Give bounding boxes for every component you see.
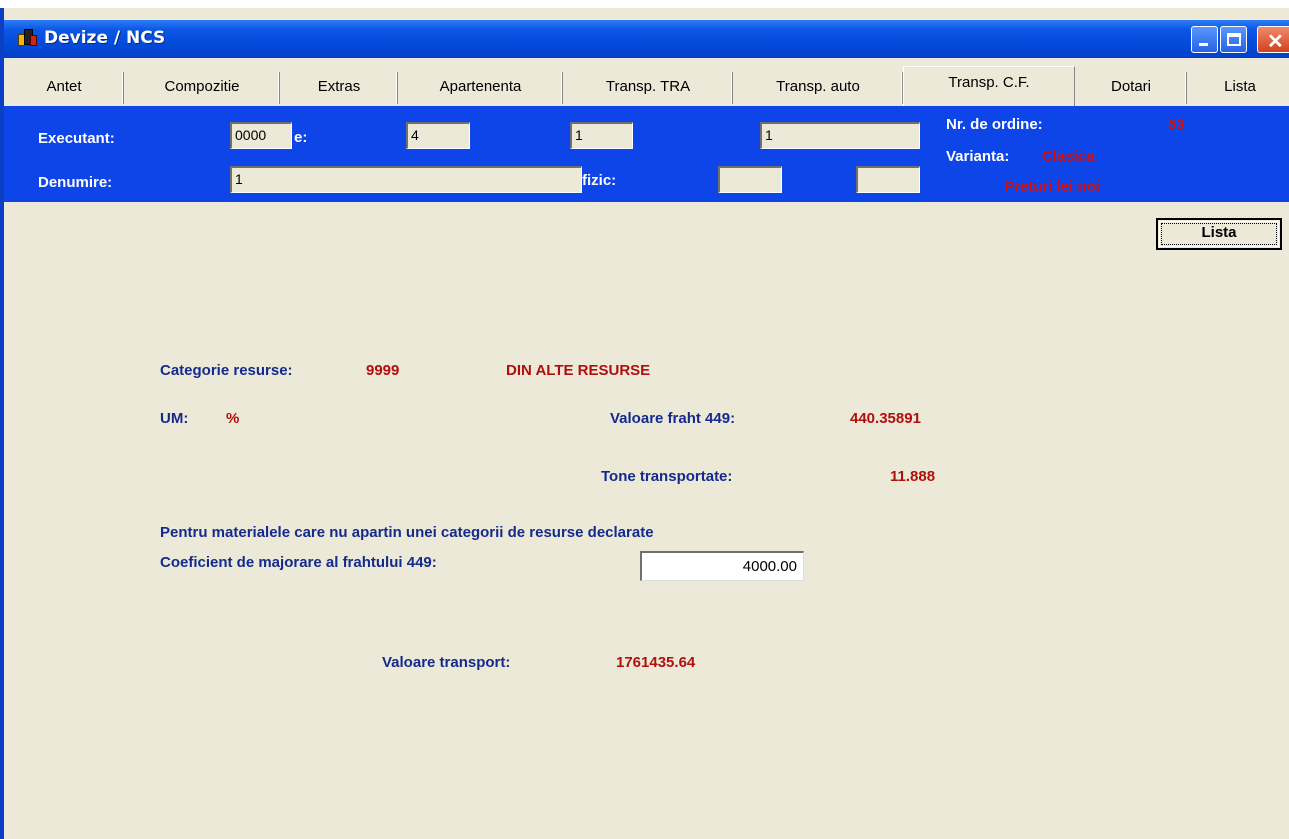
valoare-fraht-value: 440.35891	[850, 410, 921, 427]
varianta-value: Clasica	[1042, 148, 1095, 165]
tab-antet[interactable]: Antet	[4, 72, 124, 104]
maximize-icon	[1227, 33, 1241, 46]
content-area: Lista Categorie resurse: 9999 DIN ALTE R…	[4, 202, 1289, 839]
tab-label: Transp. auto	[776, 78, 860, 95]
tab-bar: Antet Compozitie Extras Apartenenta Tran…	[4, 66, 1289, 106]
tab-label: Extras	[317, 78, 361, 95]
lista-button[interactable]: Lista	[1156, 218, 1282, 250]
executant-label: Executant:	[38, 130, 115, 147]
partial-label: e:	[294, 129, 308, 146]
tab-compozitie[interactable]: Compozitie	[124, 72, 280, 104]
preturi-text: Preturi lei noi	[1004, 178, 1100, 195]
close-button[interactable]: ✕	[1257, 26, 1289, 53]
note-text: Pentru materialele care nu apartin unei …	[160, 524, 654, 541]
title-bar[interactable]: Devize / NCS ✕	[4, 20, 1289, 58]
tab-label: Antet	[46, 78, 82, 95]
maximize-button[interactable]	[1220, 26, 1247, 53]
fizic-field-2[interactable]	[856, 166, 920, 193]
minimize-button[interactable]	[1191, 26, 1218, 53]
tab-label: Transp. C.F.	[948, 74, 1030, 91]
coef-input[interactable]	[640, 551, 804, 581]
tab-transp-cf[interactable]: Transp. C.F.	[903, 66, 1075, 106]
varianta-label: Varianta:	[946, 148, 1010, 165]
app-window: Devize / NCS ✕ Antet Compozitie Extras A…	[0, 8, 1289, 839]
valoare-transport-label: Valoare transport:	[382, 654, 511, 671]
tab-label: Compozitie	[164, 78, 240, 95]
field-3[interactable]: 1	[570, 122, 633, 149]
tab-label: Dotari	[1110, 78, 1151, 95]
denumire-field[interactable]: 1	[230, 166, 582, 193]
header-panel: Executant: 0000 e: 4 1 1 Denumire: 1 fiz…	[4, 106, 1289, 202]
valoare-fraht-label: Valoare fraht 449:	[610, 410, 736, 427]
tone-value: 11.888	[890, 468, 936, 485]
app-icon	[18, 29, 38, 47]
tab-label: Transp. TRA	[605, 78, 691, 95]
tab-lista[interactable]: Lista	[1187, 72, 1289, 104]
tab-dotari[interactable]: Dotari	[1075, 72, 1187, 104]
categorie-code: 9999	[366, 362, 400, 379]
screen-top-strip	[0, 0, 1289, 8]
fizic-field-1[interactable]	[718, 166, 782, 193]
valoare-transport-value: 1761435.64	[616, 654, 696, 671]
tab-apartenenta[interactable]: Apartenenta	[398, 72, 563, 104]
um-value: %	[226, 410, 240, 427]
tab-label: Lista	[1224, 78, 1256, 95]
coef-label: Coeficient de majorare al frahtului 449:	[160, 554, 437, 571]
close-icon: ✕	[1267, 31, 1284, 53]
field-2[interactable]: 4	[406, 122, 470, 149]
tab-transp-tra[interactable]: Transp. TRA	[563, 72, 733, 104]
fizic-label: fizic:	[582, 172, 617, 189]
nr-ordine-label: Nr. de ordine:	[946, 116, 1043, 133]
tab-label: Apartenenta	[439, 78, 522, 95]
executant-field[interactable]: 0000	[230, 122, 292, 149]
minimize-icon	[1199, 43, 1208, 46]
tab-extras[interactable]: Extras	[280, 72, 398, 104]
denumire-label: Denumire:	[38, 174, 113, 191]
tone-label: Tone transportate:	[601, 468, 733, 485]
um-label: UM:	[160, 410, 189, 427]
nr-ordine-value: 53	[1168, 116, 1185, 133]
field-4[interactable]: 1	[760, 122, 920, 149]
categorie-name: DIN ALTE RESURSE	[506, 362, 651, 379]
categorie-label: Categorie resurse:	[160, 362, 293, 379]
tab-transp-auto[interactable]: Transp. auto	[733, 72, 903, 104]
window-title: Devize / NCS	[44, 28, 166, 48]
